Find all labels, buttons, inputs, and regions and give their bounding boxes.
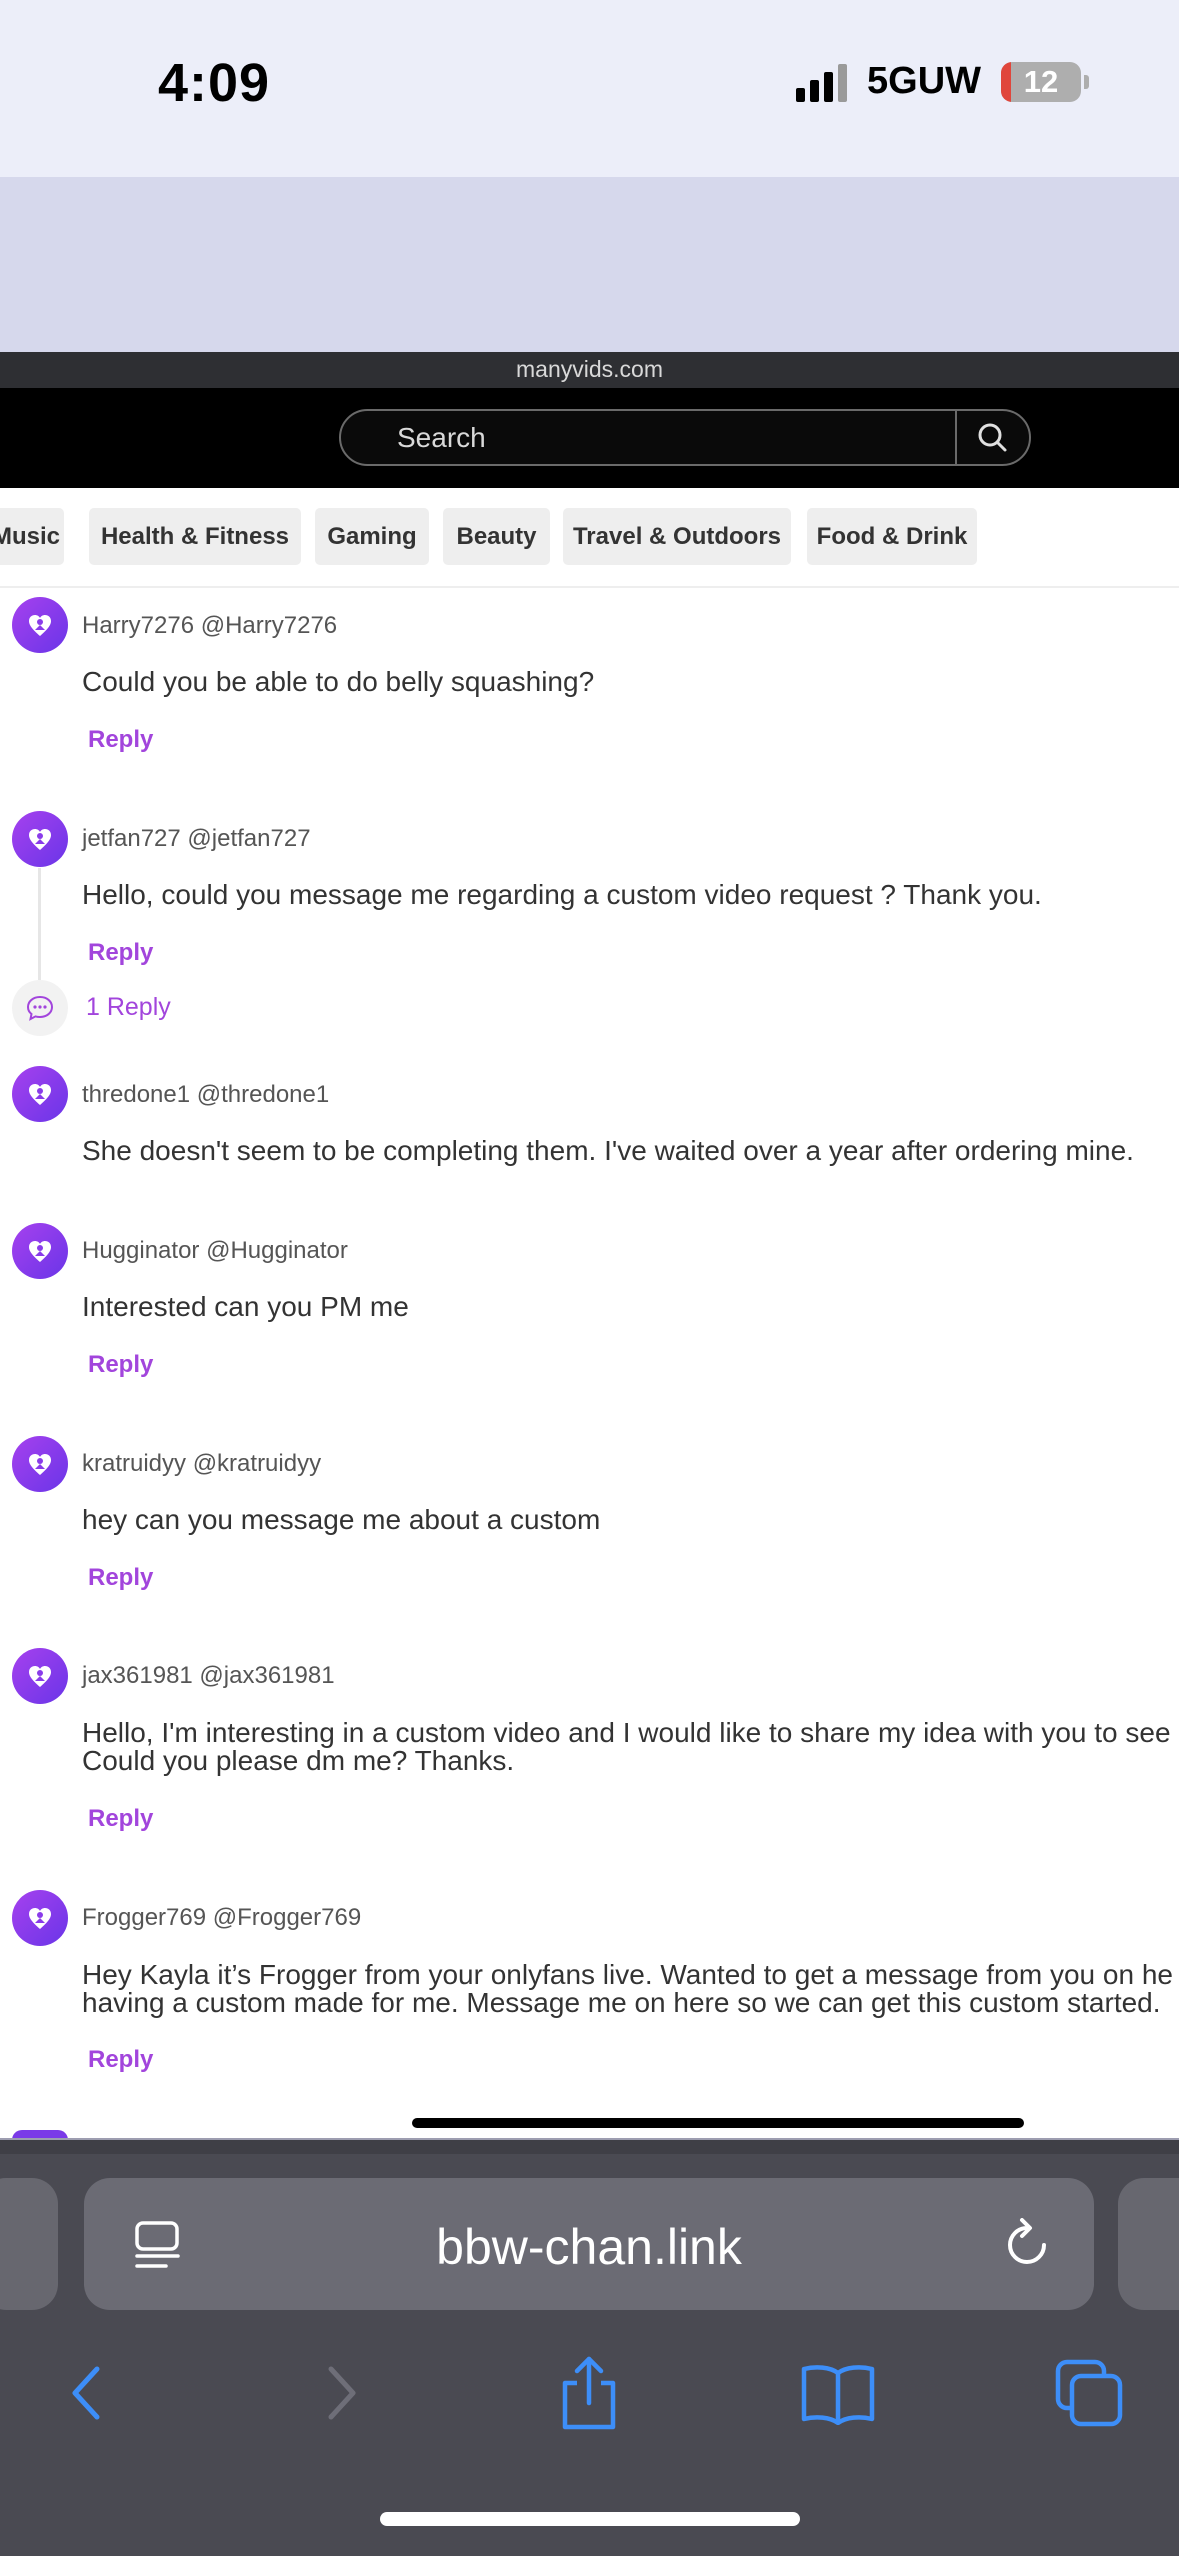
reply-button[interactable]: Reply: [88, 726, 153, 754]
status-time: 4:09: [158, 53, 271, 113]
reply-button[interactable]: Reply: [88, 1351, 153, 1379]
reload-button[interactable]: [1002, 2218, 1052, 2275]
forward-button[interactable]: [296, 2348, 386, 2438]
reply-button[interactable]: Reply: [88, 2046, 153, 2074]
category-row: Music Health & Fitness Gaming Beauty Tra…: [0, 488, 1179, 588]
tabs-icon: [1055, 2359, 1123, 2427]
thread-line: [38, 868, 41, 980]
bookmarks-icon: [801, 2365, 875, 2425]
comment-text: Interested can you PM me: [82, 1291, 409, 1322]
page-top-band: [0, 177, 1179, 352]
status-indicators: 5GUW 12: [796, 60, 1089, 103]
avatar-icon: [29, 1241, 51, 1262]
url-text[interactable]: bbw-chan.link: [84, 2218, 1094, 2276]
avatar[interactable]: [12, 1648, 68, 1704]
back-icon: [72, 2366, 100, 2420]
avatar[interactable]: [12, 597, 68, 653]
scroll-handle: [412, 2118, 1024, 2128]
avatar-icon: [29, 615, 51, 636]
avatar-icon: [29, 1908, 51, 1929]
share-button[interactable]: [544, 2348, 634, 2438]
comment-text: Hey Kayla it’s Frogger from your onlyfan…: [82, 1959, 1173, 1990]
reply-button[interactable]: Reply: [88, 939, 153, 967]
comment-username[interactable]: Harry7276 @Harry7276: [82, 612, 337, 640]
category-chip-beauty[interactable]: Beauty: [443, 508, 550, 565]
search-button[interactable]: [957, 411, 1029, 464]
home-indicator: [380, 2512, 800, 2526]
share-icon: [562, 2356, 616, 2430]
search-input[interactable]: [397, 411, 917, 464]
previous-tab-peek[interactable]: [0, 2178, 58, 2310]
comment-username[interactable]: Frogger769 @Frogger769: [82, 1904, 361, 1932]
category-chip-gaming[interactable]: Gaming: [315, 508, 429, 565]
battery-percent: 12: [1023, 63, 1059, 99]
reply-button[interactable]: Reply: [88, 1805, 153, 1833]
bookmarks-button[interactable]: [793, 2348, 883, 2438]
replies-toggle[interactable]: [12, 980, 68, 1036]
category-chip-food-drink[interactable]: Food & Drink: [807, 508, 977, 565]
reply-button[interactable]: Reply: [88, 1564, 153, 1592]
comment-username[interactable]: jetfan727 @jetfan727: [82, 825, 311, 853]
chat-bubble-icon: [26, 995, 54, 1021]
avatar-icon: [29, 1084, 51, 1105]
search-icon: [978, 423, 1007, 451]
comment-text: Hello, could you message me regarding a …: [82, 879, 1042, 910]
next-tab-peek[interactable]: [1118, 2178, 1179, 2310]
network-type: 5GUW: [867, 60, 981, 102]
domain-bar: manyvids.com: [0, 352, 1179, 388]
forward-icon: [328, 2366, 356, 2420]
avatar-icon: [29, 829, 51, 850]
battery-icon: 12: [1001, 61, 1089, 102]
status-bar: 4:09 5GUW 12: [0, 0, 1179, 177]
comment-username[interactable]: thredone1 @thredone1: [82, 1081, 329, 1109]
browser-toolbar: bbw-chan.link: [0, 2140, 1179, 2556]
comment-text: Could you be able to do belly squashing?: [82, 666, 595, 697]
avatar[interactable]: [12, 1066, 68, 1122]
comment-text-line-2: having a custom made for me. Message me …: [82, 1987, 1161, 2018]
category-chip-music[interactable]: Music: [0, 508, 64, 565]
comment-text: Hello, I'm interesting in a custom video…: [82, 1717, 1171, 1748]
category-chip-travel-outdoors[interactable]: Travel & Outdoors: [563, 508, 791, 565]
view-replies-link[interactable]: 1 Reply: [86, 993, 171, 1022]
avatar[interactable]: [12, 1436, 68, 1492]
cellular-signal-icon: [796, 62, 847, 102]
avatar[interactable]: [12, 1223, 68, 1279]
comment-text: She doesn't seem to be completing them. …: [82, 1135, 1134, 1166]
comment-username[interactable]: Hugginator @Hugginator: [82, 1237, 348, 1265]
address-bar[interactable]: bbw-chan.link: [84, 2178, 1094, 2310]
comment-text: hey can you message me about a custom: [82, 1504, 601, 1535]
avatar[interactable]: [12, 1890, 68, 1946]
avatar[interactable]: [12, 811, 68, 867]
comment-text-line-2: Could you please dm me? Thanks.: [82, 1745, 515, 1776]
comment-username[interactable]: jax361981 @jax361981: [82, 1662, 335, 1690]
avatar-icon: [29, 1666, 51, 1687]
back-button[interactable]: [42, 2348, 132, 2438]
search-box: [339, 409, 1031, 466]
tabs-button[interactable]: [1044, 2348, 1134, 2438]
category-chip-health-fitness[interactable]: Health & Fitness: [89, 508, 301, 565]
reload-icon: [1008, 2218, 1046, 2264]
avatar-icon: [29, 1454, 51, 1475]
site-header: [0, 388, 1179, 488]
comment-username[interactable]: kratruidyy @kratruidyy: [82, 1450, 321, 1478]
domain-label: manyvids.com: [516, 356, 663, 382]
